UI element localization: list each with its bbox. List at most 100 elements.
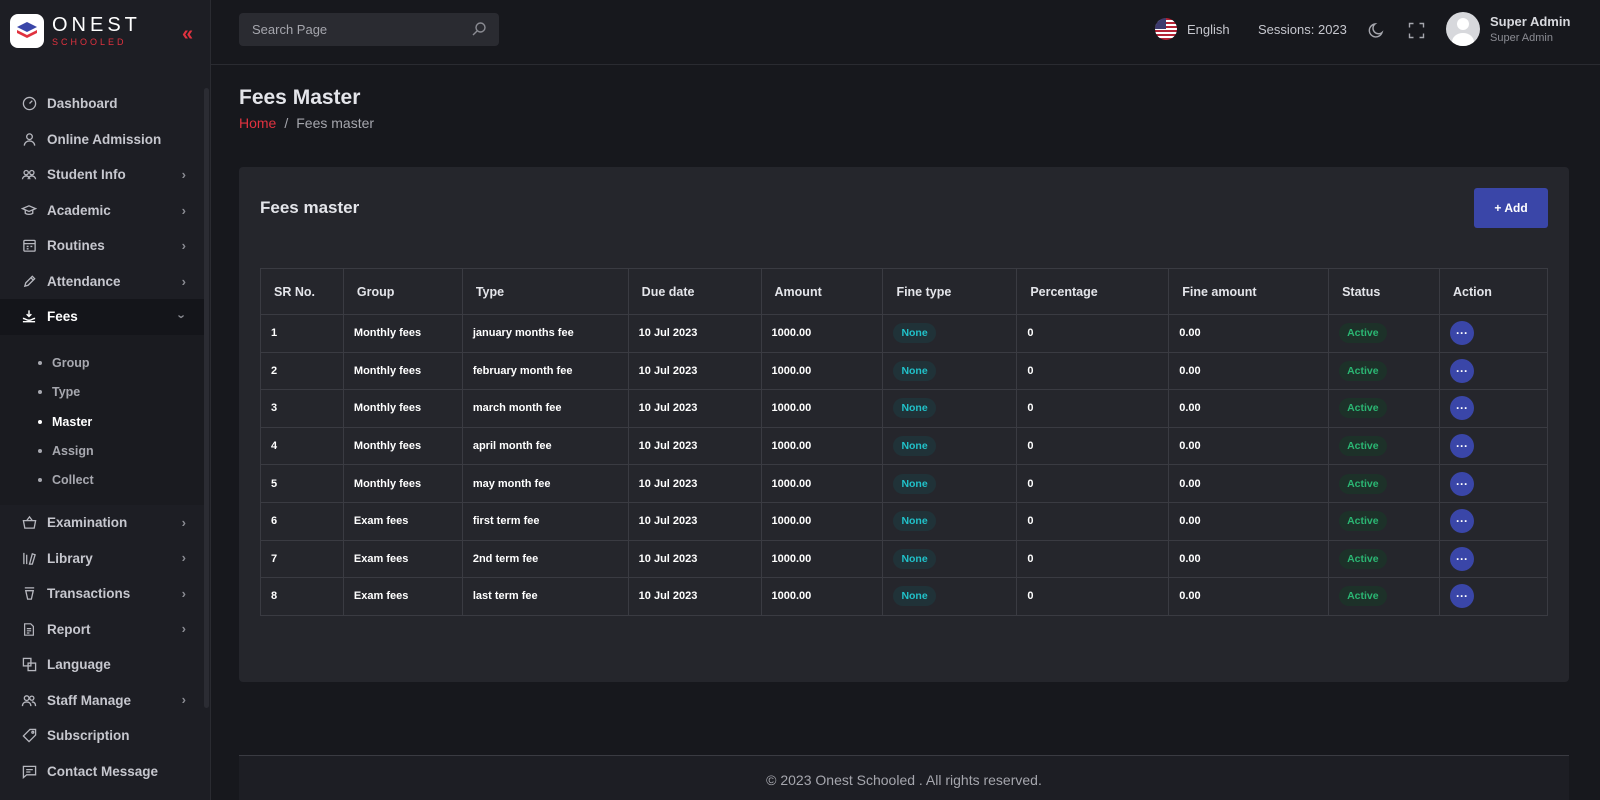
row-actions-button[interactable]: ··· [1450, 546, 1474, 571]
row-actions-button[interactable]: ··· [1450, 434, 1474, 459]
sidebar-item-dashboard[interactable]: Dashboard [0, 86, 204, 122]
cell-group: Monthly fees [342, 351, 463, 391]
cell-percentage: 0 [1016, 351, 1170, 391]
sidebar-item-staff-manage[interactable]: Staff Manage › [0, 682, 204, 718]
cell-sr: 4 [260, 426, 344, 466]
fullscreen-icon[interactable] [1406, 20, 1426, 40]
collapse-sidebar-icon[interactable]: « [182, 24, 193, 44]
sidebar-subitem-collect[interactable]: Collect [0, 466, 204, 495]
cell-fine-type: None [882, 351, 1018, 391]
column-header: Due date [627, 268, 762, 315]
row-actions-button[interactable]: ··· [1450, 358, 1474, 383]
sidebar-subitem-type[interactable]: Type [0, 378, 204, 407]
cell-action: ··· [1439, 464, 1548, 503]
sidebar-item-routines[interactable]: Routines › [0, 228, 204, 264]
sidebar-item-language[interactable]: Language [0, 647, 204, 683]
calendar-icon [21, 238, 37, 254]
table-row: 4 Monthly fees april month fee 10 Jul 20… [260, 426, 1548, 466]
column-header: Amount [760, 268, 884, 315]
sidebar-item-transactions[interactable]: Transactions › [0, 576, 204, 612]
user-menu[interactable]: Super Admin Super Admin [1446, 12, 1570, 46]
sidebar-item-label: Student Info [47, 167, 126, 183]
cell-type: may month fee [461, 464, 629, 503]
tag-icon [21, 728, 37, 744]
chevron-right-icon: › [181, 514, 186, 530]
cell-fine-type: None [882, 577, 1018, 616]
cell-fine-amount: 0.00 [1168, 539, 1330, 579]
sidebar-item-report[interactable]: Report › [0, 611, 204, 647]
more-icon: ··· [1456, 514, 1468, 529]
fine-type-badge: None [893, 511, 936, 532]
status-badge: Active [1339, 436, 1387, 457]
language-selector[interactable]: English [1155, 18, 1230, 40]
cell-amount: 1000.00 [760, 314, 884, 353]
sidebar-item-fees[interactable]: Fees › [0, 299, 204, 335]
cell-amount: 1000.00 [760, 351, 884, 391]
cell-group: Monthly fees [342, 389, 463, 428]
cell-percentage: 0 [1016, 314, 1170, 353]
sidebar-item-online-admission[interactable]: Online Admission [0, 122, 204, 158]
footer: © 2023 Onest Schooled . All rights reser… [239, 756, 1569, 800]
column-header: Fine amount [1168, 268, 1330, 315]
sidebar-item-label: Online Admission [47, 131, 162, 147]
search-icon[interactable] [471, 21, 487, 42]
chevron-right-icon: › [181, 167, 186, 182]
row-actions-button[interactable]: ··· [1450, 396, 1474, 421]
row-actions-button[interactable]: ··· [1450, 584, 1474, 609]
sidebar-item-attendance[interactable]: Attendance › [0, 264, 204, 300]
cell-action: ··· [1439, 577, 1548, 616]
row-actions-button[interactable]: ··· [1450, 509, 1474, 534]
language-label: English [1187, 21, 1230, 37]
more-icon: ··· [1456, 363, 1468, 378]
table-row: 5 Monthly fees may month fee 10 Jul 2023… [260, 464, 1548, 503]
cell-type: february month fee [461, 351, 629, 391]
table-row: 6 Exam fees first term fee 10 Jul 2023 1… [260, 501, 1548, 541]
breadcrumb-home-link[interactable]: Home [239, 115, 276, 131]
cell-fine-type: None [882, 314, 1018, 353]
sidebar-item-contact-message[interactable]: Contact Message [0, 753, 204, 789]
breadcrumb-current: Fees master [296, 115, 375, 131]
cell-fine-amount: 0.00 [1168, 314, 1330, 353]
cell-due-date: 10 Jul 2023 [627, 389, 762, 428]
cell-fine-amount: 0.00 [1168, 464, 1330, 503]
cell-status: Active [1328, 314, 1440, 353]
sidebar-item-academic[interactable]: Academic › [0, 193, 204, 229]
cell-fine-amount: 0.00 [1168, 577, 1330, 616]
sidebar-item-student-info[interactable]: Student Info › [0, 157, 204, 193]
sidebar-item-subscription[interactable]: Subscription [0, 718, 204, 754]
sidebar-subitem-group[interactable]: Group [0, 349, 204, 378]
sidebar-subitem-master[interactable]: Master [0, 407, 204, 436]
sidebar-scrollbar[interactable] [204, 88, 209, 708]
column-header: Status [1328, 268, 1440, 315]
sidebar-item-examination[interactable]: Examination › [0, 505, 204, 541]
column-header: Group [342, 268, 463, 315]
cell-percentage: 0 [1016, 577, 1170, 616]
row-actions-button[interactable]: ··· [1450, 321, 1474, 346]
cell-due-date: 10 Jul 2023 [627, 464, 762, 503]
user-icon [21, 131, 37, 147]
cell-type: april month fee [461, 426, 629, 466]
cell-amount: 1000.00 [760, 577, 884, 616]
cell-status: Active [1328, 389, 1440, 428]
session-selector[interactable]: Sessions: 2023 [1258, 22, 1347, 37]
fees-icon [21, 309, 37, 325]
sidebar-item-library[interactable]: Library › [0, 540, 204, 576]
cell-due-date: 10 Jul 2023 [627, 351, 762, 391]
staff-icon [21, 692, 37, 708]
fine-type-badge: None [893, 323, 936, 344]
cell-amount: 1000.00 [760, 501, 884, 541]
add-button[interactable]: + Add [1474, 188, 1548, 228]
search-input[interactable] [252, 22, 452, 37]
sidebar-item-label: Staff Manage [47, 692, 132, 708]
cell-due-date: 10 Jul 2023 [627, 314, 762, 353]
cell-action: ··· [1439, 501, 1548, 541]
dark-mode-icon[interactable] [1367, 20, 1387, 40]
brand-logo[interactable]: ONEST SCHOOLED [10, 14, 141, 48]
cell-action: ··· [1439, 351, 1548, 391]
cell-percentage: 0 [1016, 389, 1170, 428]
sidebar-subitem-assign[interactable]: Assign [0, 436, 204, 465]
row-actions-button[interactable]: ··· [1450, 471, 1474, 496]
chevron-right-icon: › [181, 692, 186, 708]
cell-action: ··· [1439, 539, 1548, 579]
fees-master-table: SR No. Group Type Due date Amount Fine t… [260, 268, 1548, 616]
